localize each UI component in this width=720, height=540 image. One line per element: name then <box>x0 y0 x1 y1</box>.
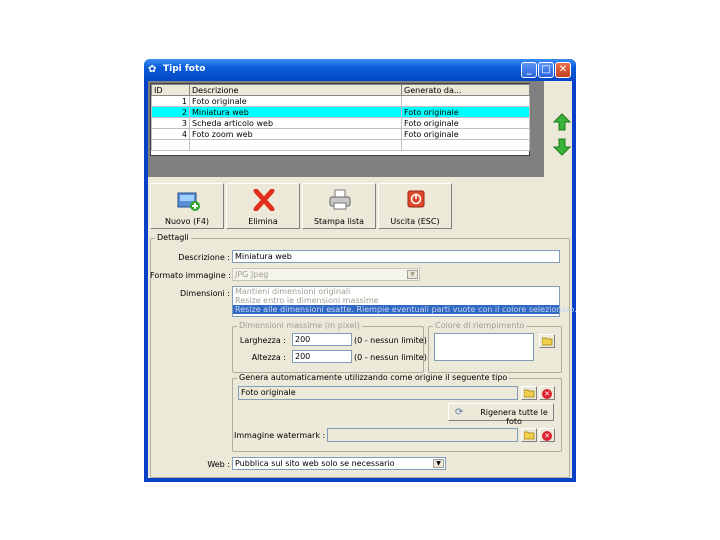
descrizione-label: Descrizione : <box>178 253 230 262</box>
cell-generato: Foto originale <box>401 128 530 140</box>
origine-field[interactable]: Foto originale <box>238 386 518 400</box>
watermark-browse-button[interactable] <box>521 428 537 442</box>
uscita-button[interactable]: Uscita (ESC) <box>378 183 452 229</box>
elimina-label: Elimina <box>248 217 278 226</box>
toolbar: Nuovo (F4) Elimina Stampa lista Uscita (… <box>148 183 572 231</box>
cell-id: 4 <box>151 128 190 140</box>
list-item-selected[interactable]: Resize alle dimensioni esatte. Riempie e… <box>233 305 577 314</box>
printer-icon <box>329 189 351 210</box>
colore-label: Colore di riempimento <box>433 321 527 330</box>
elimina-button[interactable]: Elimina <box>226 183 300 229</box>
move-down-arrow-icon[interactable] <box>553 138 571 156</box>
window-client: ID Descrizione Generato da... 1 Foto ori… <box>148 81 577 478</box>
nuovo-label: Nuovo (F4) <box>164 217 210 226</box>
chevron-down-icon[interactable]: ▼ <box>433 459 444 468</box>
move-up-arrow-icon[interactable] <box>553 113 571 131</box>
maximize-button[interactable]: □ <box>538 62 554 78</box>
dimensioni-list[interactable]: Mantieni dimensioni originali Resize ent… <box>232 286 577 317</box>
cell-id: 1 <box>151 95 190 107</box>
larghezza-hint: (0 - nessun limite) <box>354 336 427 345</box>
altezza-input[interactable]: 200 <box>292 350 352 363</box>
list-item[interactable]: Resize entro le dimensioni massime <box>233 296 559 305</box>
altezza-label: Altezza : <box>251 353 286 362</box>
col-id[interactable]: ID <box>151 84 190 96</box>
clear-x-icon: ✕ <box>542 389 552 399</box>
table-row-empty[interactable] <box>151 139 530 151</box>
minimize-button[interactable]: _ <box>521 62 537 78</box>
colore-swatch[interactable] <box>434 333 534 361</box>
title-bar[interactable]: ✿ Tipi foto _ □ ✕ <box>144 59 576 81</box>
uscita-label: Uscita (ESC) <box>390 217 440 226</box>
chevron-down-icon[interactable]: ▼ <box>407 270 418 279</box>
cell-descrizione[interactable]: Miniatura web <box>189 106 402 118</box>
watermark-clear-button[interactable]: ✕ <box>539 428 555 442</box>
stampa-lista-button[interactable]: Stampa lista <box>302 183 376 229</box>
altezza-hint: (0 - nessun limite) <box>354 353 427 362</box>
list-item[interactable]: Mantieni dimensioni originali <box>233 287 559 296</box>
formato-label: Formato immagine : <box>150 271 231 280</box>
stampa-label: Stampa lista <box>313 217 365 226</box>
grid-area: ID Descrizione Generato da... 1 Foto ori… <box>148 81 544 177</box>
formato-value: JPG Jpeg <box>235 270 269 279</box>
col-generato[interactable]: Generato da... <box>401 84 530 96</box>
dim-max-label: Dimensioni massime (in pixel) <box>237 321 362 330</box>
origine-browse-button[interactable] <box>521 386 537 400</box>
table-row[interactable]: 1 Foto originale <box>151 95 530 107</box>
col-descrizione[interactable]: Descrizione <box>189 84 402 96</box>
photo-types-grid[interactable]: ID Descrizione Generato da... 1 Foto ori… <box>150 83 530 156</box>
rigenera-label: Rigenera tutte le foto <box>480 408 548 426</box>
clear-x-icon: ✕ <box>542 431 552 441</box>
grid-header: ID Descrizione Generato da... <box>151 84 530 96</box>
formato-select[interactable]: JPG Jpeg ▼ <box>232 268 420 281</box>
folder-icon <box>524 389 535 398</box>
folder-icon <box>524 431 535 440</box>
table-row[interactable]: 3 Scheda articolo web Foto originale <box>151 117 530 129</box>
table-row[interactable]: 4 Foto zoom web Foto originale <box>151 128 530 140</box>
descrizione-input[interactable]: Miniatura web <box>232 250 560 263</box>
app-icon: ✿ <box>148 64 157 75</box>
cell-generato: Foto originale <box>401 106 530 118</box>
cell-descrizione: Foto originale <box>189 95 402 107</box>
new-image-icon <box>177 192 200 211</box>
tipi-foto-window: ✿ Tipi foto _ □ ✕ ID Descrizione Generat… <box>144 59 577 482</box>
web-select[interactable]: Pubblica sul sito web solo se necessario… <box>232 457 446 470</box>
dettagli-label: Dettagli <box>155 233 191 242</box>
cell-generato <box>401 95 530 107</box>
web-label: Web : <box>207 460 230 469</box>
larghezza-input[interactable]: 200 <box>292 333 352 346</box>
cell-descrizione: Scheda articolo web <box>189 117 402 129</box>
genera-label: Genera automaticamente utilizzando come … <box>237 373 510 382</box>
cell-id: 2 <box>151 106 190 118</box>
origine-clear-button[interactable]: ✕ <box>539 386 555 400</box>
dimensioni-label: Dimensioni : <box>180 289 230 298</box>
delete-x-icon <box>253 189 275 211</box>
larghezza-label: Larghezza : <box>239 336 286 345</box>
table-row-selected[interactable]: 2 Miniatura web Foto originale <box>151 106 530 118</box>
web-value: Pubblica sul sito web solo se necessario <box>235 459 395 468</box>
folder-icon <box>542 337 553 346</box>
close-button[interactable]: ✕ <box>555 62 571 78</box>
cell-id: 3 <box>151 117 190 129</box>
window-title: Tipi foto <box>163 64 206 74</box>
cell-generato: Foto originale <box>401 117 530 129</box>
colore-browse-button[interactable] <box>539 334 555 348</box>
nuovo-button[interactable]: Nuovo (F4) <box>150 183 224 229</box>
cell-descrizione: Foto zoom web <box>189 128 402 140</box>
watermark-label: Immagine watermark : <box>234 431 326 440</box>
refresh-icon: ⟳ <box>455 407 464 418</box>
watermark-field[interactable] <box>327 428 518 442</box>
exit-power-icon <box>407 190 425 208</box>
rigenera-button[interactable]: ⟳ Rigenera tutte le foto <box>448 403 554 426</box>
